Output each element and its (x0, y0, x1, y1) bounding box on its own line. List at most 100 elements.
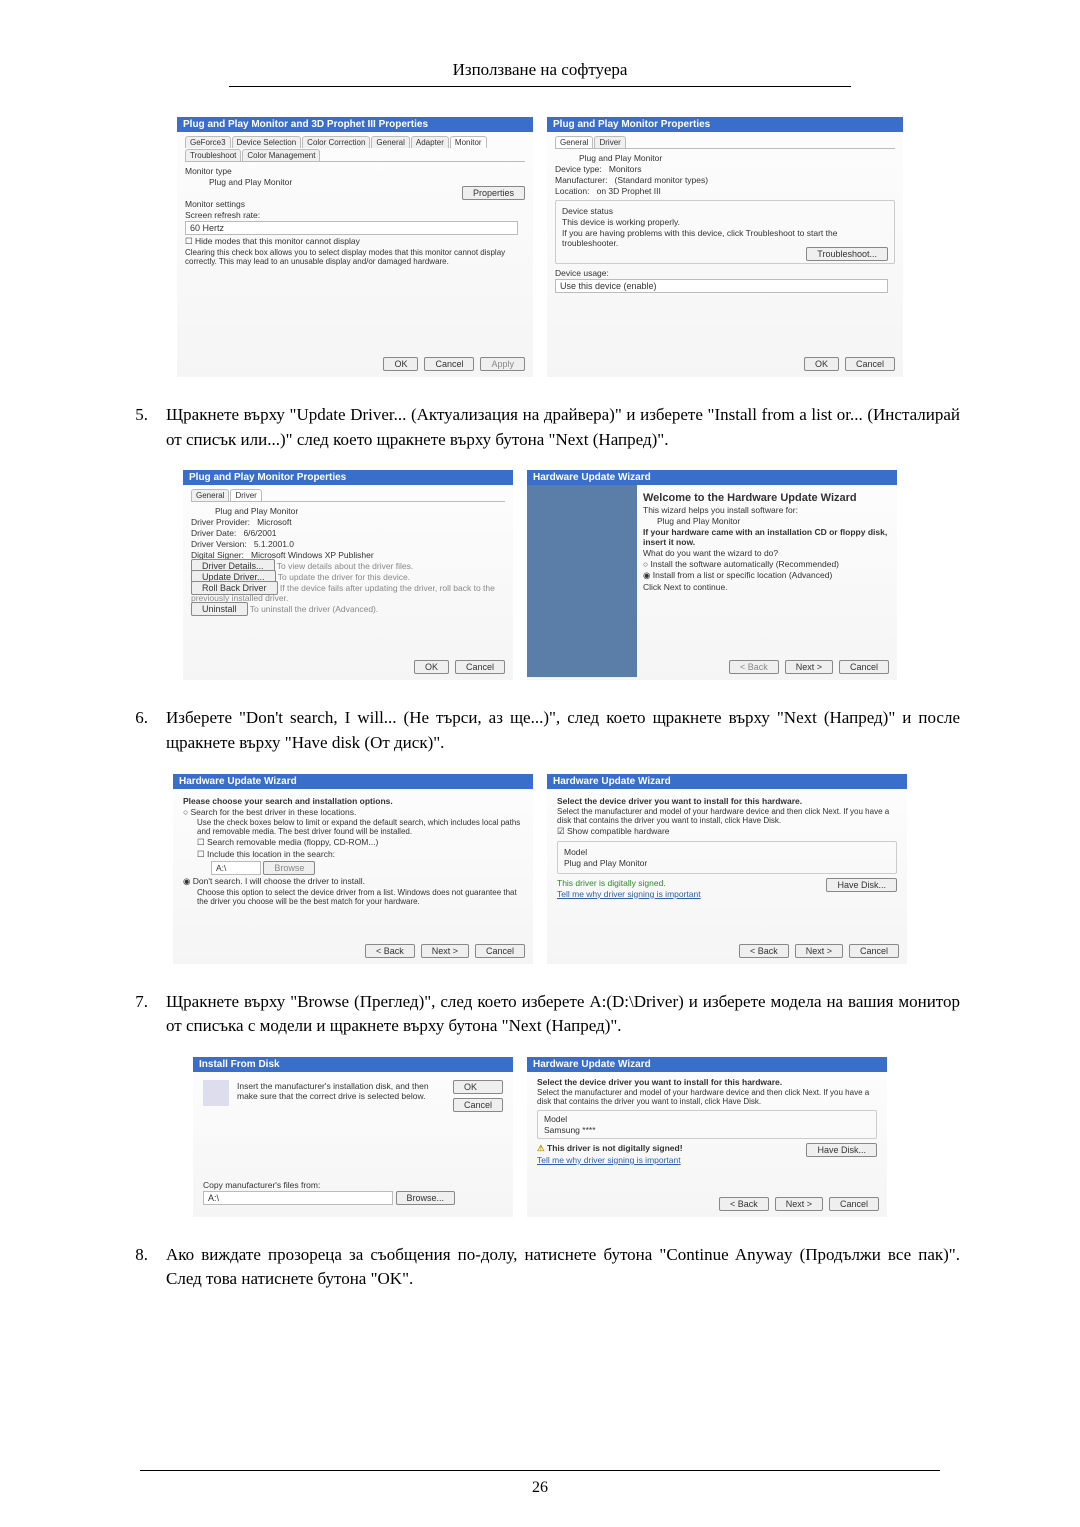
footer-line (140, 1470, 939, 1471)
instruction-step: 8. Ако виждате прозореца за съобщения по… (120, 1243, 960, 1292)
label: Device type: (555, 164, 602, 174)
device-usage-select[interactable]: Use this device (enable) (555, 279, 888, 293)
hide-modes-checkbox[interactable]: Hide modes that this monitor cannot disp… (185, 236, 525, 247)
dialog-tabs: GeForce3 Device Selection Color Correcti… (185, 136, 525, 162)
tab-item[interactable]: Troubleshoot (185, 149, 241, 161)
dialog-wizard-select-driver: Hardware Update Wizard Select the device… (547, 774, 907, 964)
step-text: Щракнете върху "Browse (Преглед)", след … (166, 990, 960, 1039)
ok-button[interactable]: OK (804, 357, 839, 371)
have-disk-button[interactable]: Have Disk... (826, 878, 897, 892)
tab-item[interactable]: Driver (594, 136, 625, 148)
cancel-button[interactable]: Cancel (453, 1098, 503, 1112)
apply-button[interactable]: Apply (480, 357, 525, 371)
value: Microsoft (257, 517, 291, 527)
model-value[interactable]: Samsung **** (544, 1125, 870, 1135)
label: Manufacturer: (555, 175, 607, 185)
wizard-option-list[interactable]: Install from a list or specific location… (643, 570, 891, 581)
device-status-text: This device is working properly. (562, 217, 888, 227)
next-button[interactable]: Next > (795, 944, 843, 958)
step-text: Ако виждате прозореца за съобщения по-до… (166, 1243, 960, 1292)
tab-item[interactable]: GeForce3 (185, 136, 231, 148)
tab-item[interactable]: General (555, 136, 593, 148)
cancel-button[interactable]: Cancel (475, 944, 525, 958)
tab-item[interactable]: Monitor (450, 136, 487, 148)
back-button[interactable]: < Back (729, 660, 779, 674)
step-number: 7. (120, 990, 148, 1039)
wizard-heading: Select the device driver you want to ins… (557, 796, 897, 806)
dialog-title: Plug and Play Monitor Properties (547, 117, 903, 132)
screenshot-row-3: Hardware Update Wizard Please choose you… (120, 774, 960, 964)
next-button[interactable]: Next > (785, 660, 833, 674)
device-heading: Plug and Play Monitor (555, 153, 895, 163)
model-label: Model (544, 1114, 870, 1124)
refresh-rate-label: Screen refresh rate: (185, 210, 525, 220)
tab-item[interactable]: Adapter (411, 136, 449, 148)
desc: To uninstall the driver (Advanced). (250, 604, 379, 614)
value: Monitors (609, 164, 642, 174)
dialog-monitor-3dprophet-properties: Plug and Play Monitor and 3D Prophet III… (177, 117, 533, 377)
refresh-rate-select[interactable]: 60 Hertz (185, 221, 518, 235)
step-number: 6. (120, 706, 148, 755)
ok-button[interactable]: OK (453, 1080, 503, 1094)
option-search-desc: Use the check boxes below to limit or ex… (183, 818, 523, 836)
dialog-title: Plug and Play Monitor Properties (183, 470, 513, 485)
cancel-button[interactable]: Cancel (455, 660, 505, 674)
tab-item[interactable]: General (371, 136, 409, 148)
wizard-desc: Select the manufacturer and model of you… (537, 1088, 877, 1106)
monitor-type-label: Monitor type (185, 166, 525, 176)
tab-item[interactable]: Device Selection (232, 136, 302, 148)
check-removable-media[interactable]: Search removable media (floppy, CD-ROM..… (183, 837, 523, 848)
monitor-settings-label: Monitor settings (185, 199, 525, 209)
show-compatible-checkbox[interactable]: Show compatible hardware (557, 826, 897, 837)
back-button[interactable]: < Back (365, 944, 415, 958)
model-label: Model (564, 847, 890, 857)
step-text: Щракнете върху "Update Driver... (Актуал… (166, 403, 960, 452)
cancel-button[interactable]: Cancel (845, 357, 895, 371)
browse-button[interactable]: Browse (263, 861, 315, 875)
tab-item[interactable]: Color Correction (302, 136, 370, 148)
back-button[interactable]: < Back (719, 1197, 769, 1211)
tab-item[interactable]: General (191, 489, 229, 501)
location-path-input[interactable]: A:\ (211, 861, 261, 875)
browse-button[interactable]: Browse... (396, 1191, 456, 1205)
label: Driver Provider: (191, 517, 250, 527)
dialog-monitor-properties: Plug and Play Monitor Properties General… (547, 117, 903, 377)
cancel-button[interactable]: Cancel (849, 944, 899, 958)
wizard-continue: Click Next to continue. (643, 582, 891, 592)
dialog-title: Hardware Update Wizard (547, 774, 907, 789)
value: on 3D Prophet III (597, 186, 661, 196)
troubleshoot-button[interactable]: Troubleshoot... (806, 247, 888, 261)
cancel-button[interactable]: Cancel (424, 357, 474, 371)
wizard-option-auto[interactable]: Install the software automatically (Reco… (643, 559, 891, 569)
tab-item[interactable]: Color Management (242, 149, 320, 161)
back-button[interactable]: < Back (739, 944, 789, 958)
check-include-location[interactable]: Include this location in the search: (183, 849, 523, 860)
device-usage-label: Device usage: (555, 268, 895, 278)
uninstall-button[interactable]: Uninstall (191, 602, 248, 616)
option-search-best[interactable]: Search for the best driver in these loca… (183, 807, 523, 817)
next-button[interactable]: Next > (421, 944, 469, 958)
ok-button[interactable]: OK (414, 660, 449, 674)
page-header: Използване на софтуера (120, 60, 960, 80)
dialog-tabs: General Driver (555, 136, 895, 149)
page-number: 26 (0, 1479, 1080, 1497)
option-dont-search[interactable]: Don't search. I will choose the driver t… (183, 876, 523, 887)
dialog-title: Hardware Update Wizard (527, 470, 897, 485)
next-button[interactable]: Next > (775, 1197, 823, 1211)
wizard-desc: Select the manufacturer and model of you… (557, 807, 897, 825)
option-dont-search-desc: Choose this option to select the device … (183, 888, 523, 906)
page-footer: 26 (0, 1470, 1080, 1497)
properties-button[interactable]: Properties (462, 186, 525, 200)
instruction-step: 7. Щракнете върху "Browse (Преглед)", сл… (120, 990, 960, 1039)
model-value[interactable]: Plug and Play Monitor (564, 858, 890, 868)
cancel-button[interactable]: Cancel (829, 1197, 879, 1211)
copy-path-input[interactable]: A:\ (203, 1191, 393, 1205)
driver-signed-text: This driver is digitally signed. (557, 878, 666, 888)
ok-button[interactable]: OK (383, 357, 418, 371)
step-number: 8. (120, 1243, 148, 1292)
device-heading: Plug and Play Monitor (191, 506, 505, 516)
wizard-welcome: Welcome to the Hardware Update Wizard (643, 492, 891, 504)
tab-item[interactable]: Driver (230, 489, 261, 501)
cancel-button[interactable]: Cancel (839, 660, 889, 674)
have-disk-button[interactable]: Have Disk... (806, 1143, 877, 1157)
